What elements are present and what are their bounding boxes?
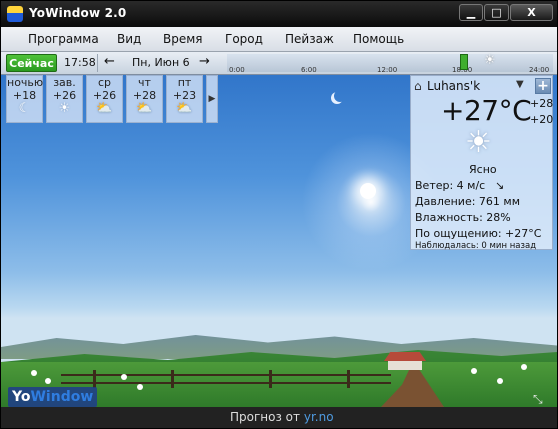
flower — [45, 378, 51, 384]
partly-cloudy-icon: ⛅ — [96, 101, 113, 116]
forecast-day[interactable]: чт +28 ⛅ — [126, 75, 163, 123]
forecast-day[interactable]: ср +26 ⛅ — [86, 75, 123, 123]
menu-city[interactable]: Город — [225, 32, 263, 46]
minimize-icon: ▁ — [466, 6, 476, 19]
prev-day-icon[interactable]: ← — [104, 55, 115, 69]
sun-icon: ☀ — [58, 101, 71, 116]
fence-post — [347, 370, 350, 388]
logo-prefix: Yo — [12, 389, 31, 405]
app-icon — [7, 6, 23, 22]
add-city-button[interactable]: + — [535, 78, 551, 94]
forecast-source: Прогноз от yr.no — [230, 410, 334, 424]
farmhouse — [384, 352, 426, 370]
menu-view[interactable]: Вид — [117, 32, 141, 46]
weather-scene: Сейчас 17:58 ← Пн, Июн 6 → 0:00 6:00 12:… — [1, 52, 557, 407]
current-date: Пн, Июн 6 — [132, 56, 190, 69]
high-temperature: +28 — [530, 97, 554, 110]
feels-like-text: По ощущению: +27°C — [415, 227, 542, 240]
timeline-handle[interactable] — [460, 54, 468, 70]
partly-cloudy-icon: ⛅ — [136, 101, 153, 116]
forecast-next-button[interactable]: ▶ — [206, 75, 218, 123]
divider — [97, 54, 98, 72]
day-name: зав. — [53, 76, 76, 89]
menu-time[interactable]: Время — [163, 32, 203, 46]
sun — [360, 183, 376, 199]
day-name: чт — [138, 76, 151, 89]
logo-suffix: Window — [30, 389, 94, 405]
fence-post — [269, 370, 272, 388]
fence-post — [93, 370, 96, 388]
city-name[interactable]: Luhans'k — [427, 79, 480, 93]
fence-post — [171, 370, 174, 388]
forecast-day[interactable]: зав. +26 ☀ — [46, 75, 83, 123]
flower — [497, 378, 503, 384]
wind-text: Ветер: 4 м/с — [415, 179, 486, 192]
tick-label: 12:00 — [377, 66, 398, 74]
tick-label: 0:00 — [229, 66, 245, 74]
current-temperature: +27°C — [441, 94, 532, 127]
yowindow-logo[interactable]: YoWindow — [8, 387, 98, 407]
source-prefix: Прогноз от — [230, 410, 301, 424]
humidity-text: Влажность: 28% — [415, 211, 511, 224]
close-button[interactable]: X — [510, 4, 553, 21]
menu-bar: Программа Вид Время Город Пейзаж Помощь — [1, 27, 557, 52]
minimize-button[interactable]: ▁ — [459, 4, 483, 21]
pressure-text: Давление: 761 мм — [415, 195, 521, 208]
partly-cloudy-icon: ⛅ — [176, 101, 193, 116]
moon — [334, 90, 346, 102]
menu-program[interactable]: Программа — [28, 32, 99, 46]
next-day-icon[interactable]: → — [199, 55, 210, 69]
resize-grip-icon[interactable]: ⤡ — [533, 392, 543, 407]
flower — [471, 368, 477, 374]
low-temperature: +20 — [530, 113, 554, 126]
status-bar: Прогноз от yr.no — [1, 407, 557, 428]
title-bar[interactable]: YoWindow 2.0 ▁ □ X — [1, 1, 557, 27]
condition-text: Ясно — [469, 163, 497, 176]
day-name: ночью — [7, 76, 44, 89]
chevron-down-icon[interactable]: ▼ — [516, 79, 524, 90]
menu-landscape[interactable]: Пейзаж — [285, 32, 334, 46]
now-button[interactable]: Сейчас — [6, 54, 57, 72]
app-window: YoWindow 2.0 ▁ □ X Программа Вид Время Г… — [0, 0, 558, 429]
fence-rail — [61, 382, 391, 384]
menu-help[interactable]: Помощь — [353, 32, 404, 46]
wind-direction-icon: ↘ — [495, 179, 505, 192]
forecast-day[interactable]: ночью +18 ☾ — [6, 75, 43, 123]
home-icon[interactable]: ⌂ — [414, 79, 422, 93]
current-time: 17:58 — [64, 56, 96, 69]
maximize-icon: □ — [491, 6, 502, 19]
fence-rail — [61, 374, 391, 376]
sun-icon: ☀ — [465, 125, 492, 160]
day-name: пт — [177, 76, 192, 89]
flower — [521, 364, 527, 370]
forecast-strip: ночью +18 ☾ зав. +26 ☀ ср +26 ⛅ чт +28 ⛅… — [6, 75, 218, 124]
flower — [121, 374, 127, 380]
flower — [137, 384, 143, 390]
tick-label: 6:00 — [301, 66, 317, 74]
tick-label: 24:00 — [529, 66, 550, 74]
window-title: YoWindow 2.0 — [29, 6, 127, 20]
current-weather-panel: ⌂ Luhans'k ▼ + +27°C +28 +20 ☀ Ясно Вете… — [410, 75, 554, 251]
maximize-button[interactable]: □ — [484, 4, 509, 21]
forecast-day[interactable]: пт +23 ⛅ — [166, 75, 203, 123]
flower — [31, 370, 37, 376]
timeline-track[interactable]: 0:00 6:00 12:00 18:00 24:00 — [227, 54, 553, 74]
day-name: ср — [97, 76, 112, 89]
observed-text: Наблюдалась: 0 мин назад — [415, 241, 537, 251]
sun-icon: ☀ — [484, 53, 496, 68]
timeline-bar: Сейчас 17:58 ← Пн, Июн 6 → 0:00 6:00 12:… — [1, 52, 557, 75]
moon-icon: ☾ — [18, 101, 31, 116]
source-link[interactable]: yr.no — [304, 410, 334, 424]
